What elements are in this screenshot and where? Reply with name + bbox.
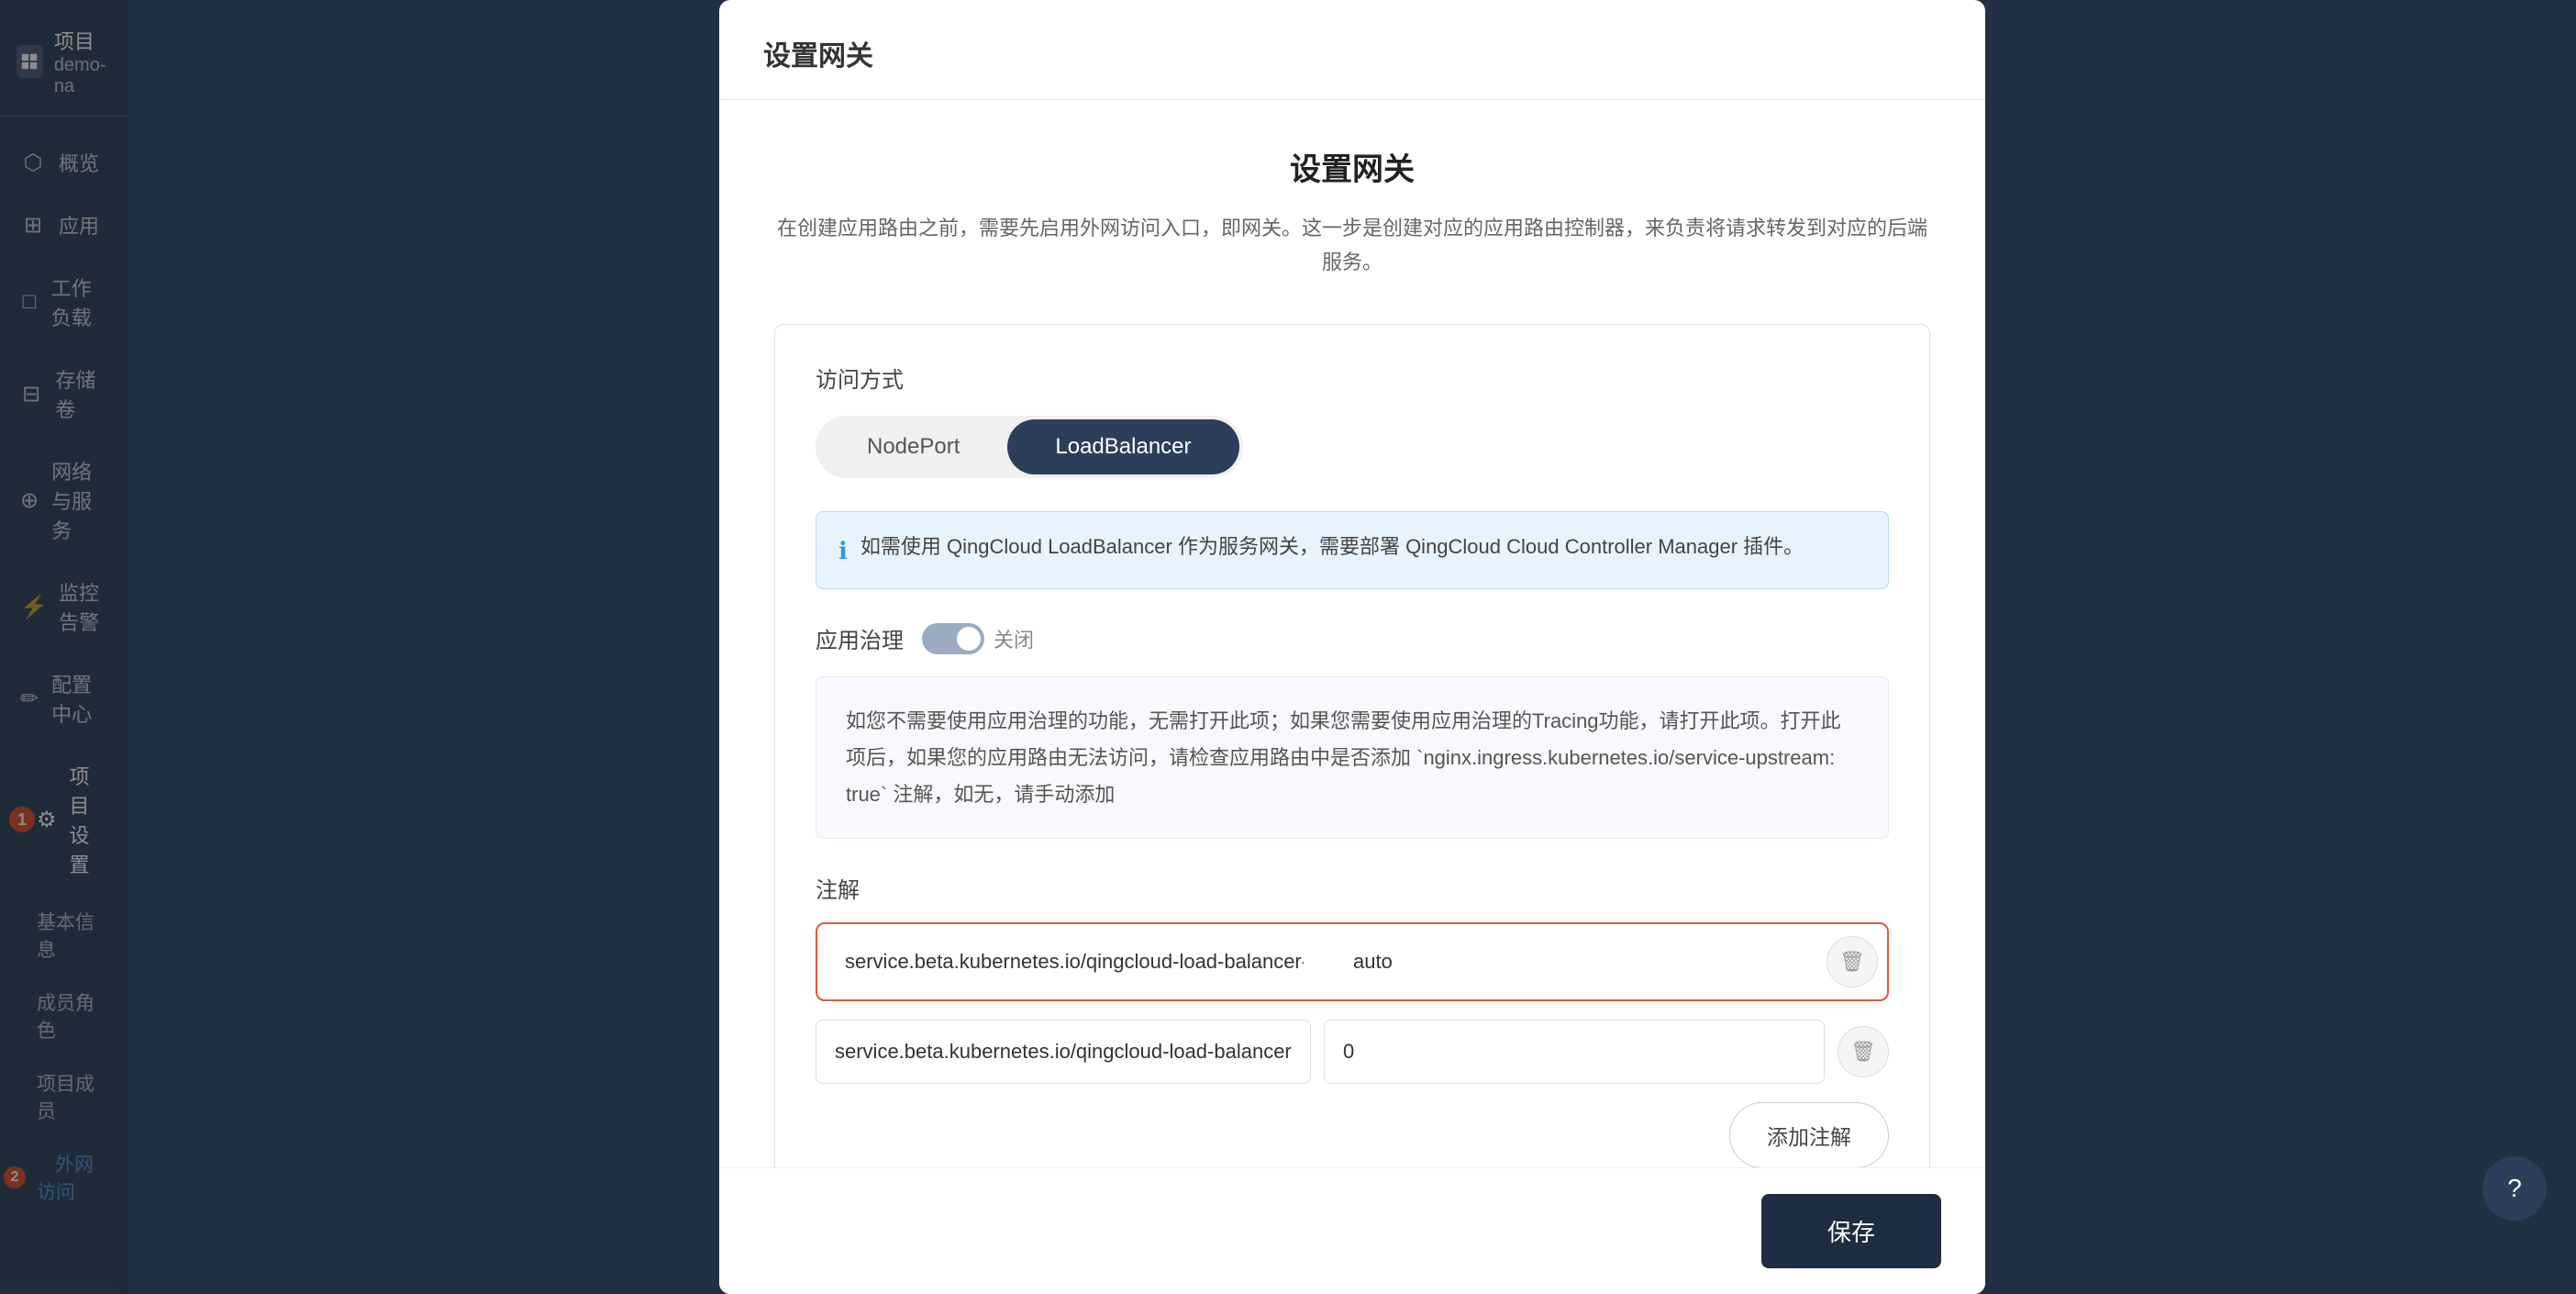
access-method-group: NodePort LoadBalancer [816, 416, 1243, 478]
dialog-title: 设置网关 [763, 41, 873, 72]
governance-description: 如您不需要使用应用治理的功能，无需打开此项；如果您需要使用应用治理的Tracin… [816, 676, 1889, 839]
add-annotation-button[interactable]: 添加注解 [1729, 1102, 1889, 1168]
info-banner: ℹ 如需使用 QingCloud LoadBalancer 作为服务网关，需要部… [816, 511, 1889, 590]
delete-annotation-2[interactable]: 🗑 [1838, 1026, 1889, 1077]
dialog-content: 设置网关 在创建应用路由之前，需要先启用外网访问入口，即网关。这一步是创建对应的… [719, 100, 1985, 1261]
info-banner-text: 如需使用 QingCloud LoadBalancer 作为服务网关，需要部署 … [861, 530, 1804, 563]
toggle-thumb [957, 627, 981, 651]
annotation-value-1[interactable] [1335, 930, 1814, 994]
governance-row: 应用治理 关闭 [816, 622, 1889, 654]
toggle-switch[interactable]: 关闭 [922, 623, 1034, 654]
floating-help-button[interactable]: ? [2482, 1156, 2547, 1221]
delete-annotation-1[interactable]: 🗑 [1827, 936, 1878, 987]
access-method-label: 访问方式 [816, 362, 1889, 394]
dialog-footer: 保存 [719, 1167, 1985, 1294]
annotation-key-2[interactable] [816, 1020, 1311, 1084]
save-button[interactable]: 保存 [1761, 1194, 1941, 1268]
dialog-box: 设置网关 设置网关 在创建应用路由之前，需要先启用外网访问入口，即网关。这一步是… [719, 0, 1985, 1294]
toggle-track[interactable] [922, 623, 984, 654]
form-card: 访问方式 NodePort LoadBalancer ℹ 如需使用 QingCl… [774, 324, 1930, 1206]
dialog-main-title: 设置网关 [774, 144, 1930, 189]
annotation-row-2: 🗑 [816, 1020, 1889, 1084]
annotations-label: 注解 [816, 872, 1889, 904]
annotation-key-1[interactable] [827, 930, 1322, 994]
loadbalancer-button[interactable]: LoadBalancer [1007, 419, 1238, 474]
toggle-text: 关闭 [994, 624, 1034, 653]
add-annotation-row: 添加注解 [816, 1102, 1889, 1168]
dialog-description: 在创建应用路由之前，需要先启用外网访问入口，即网关。这一步是创建对应的应用路由控… [774, 211, 1930, 280]
dialog: 设置网关 设置网关 在创建应用路由之前，需要先启用外网访问入口，即网关。这一步是… [128, 0, 2576, 1294]
nodeport-button[interactable]: NodePort [819, 419, 1007, 474]
annotation-value-2[interactable] [1324, 1020, 1825, 1084]
annotation-row-1: 🗑 [816, 922, 1889, 1001]
governance-label: 应用治理 [816, 622, 904, 654]
info-icon: ℹ [838, 532, 848, 571]
dialog-title-bar: 设置网关 [719, 0, 1985, 100]
